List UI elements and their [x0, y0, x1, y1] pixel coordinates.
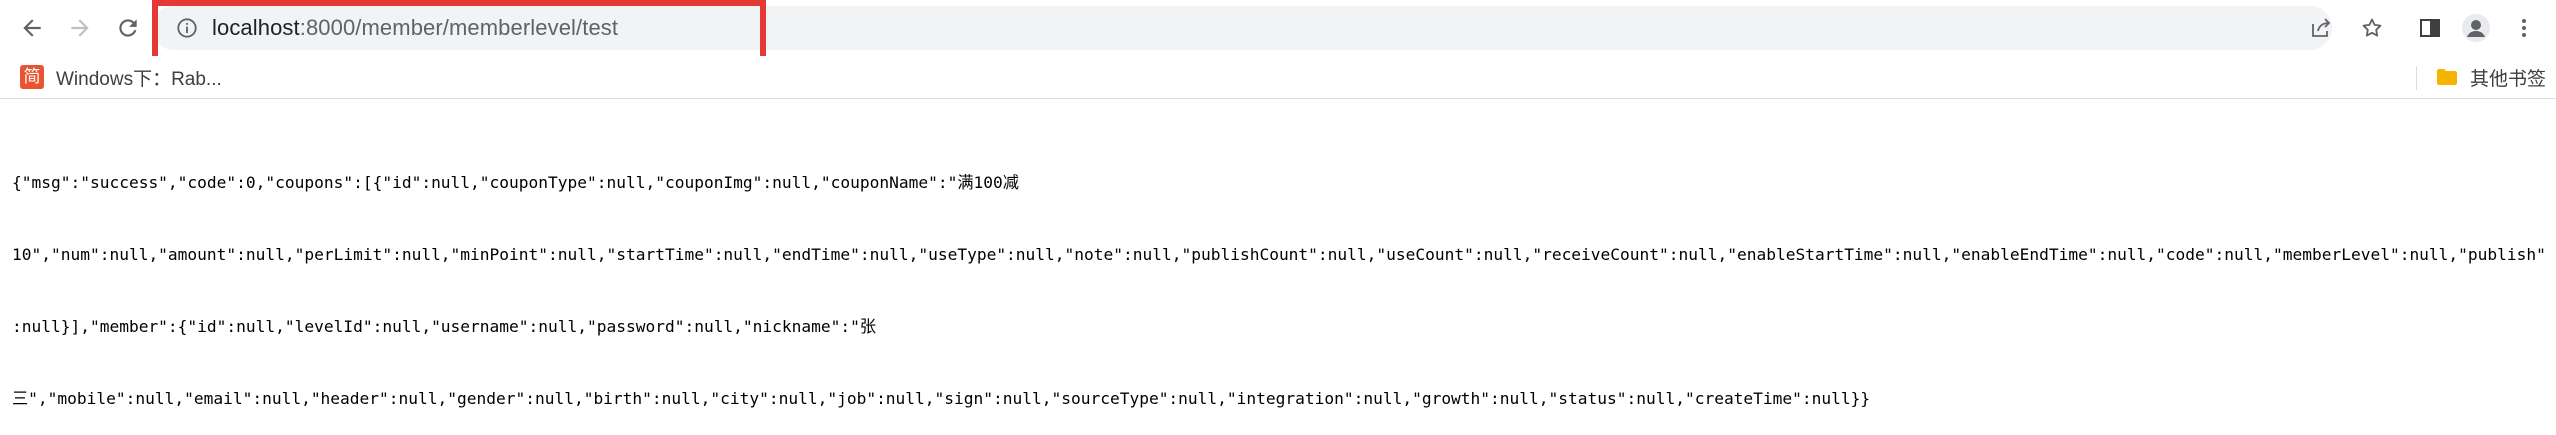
json-line: {"msg":"success","code":0,"coupons":[{"i…: [12, 173, 1019, 192]
share-button[interactable]: [2305, 12, 2337, 44]
reload-icon: [119, 19, 137, 37]
back-button[interactable]: [12, 8, 52, 48]
json-line: 10","num":null,"amount":null,"perLimit":…: [12, 245, 2546, 264]
bookmark-favicon: 简: [20, 65, 44, 89]
url-host: localhost: [212, 15, 300, 40]
bookmark-star-button[interactable]: [2356, 12, 2388, 44]
url-path: :8000/member/memberlevel/test: [299, 15, 619, 40]
profile-icon: [2462, 14, 2490, 42]
bookmarks-bar: 简 Windows下：Rab... 其他书签: [0, 56, 2556, 99]
bookmarks-separator: [2416, 66, 2417, 90]
json-response-body: {"msg":"success","code":0,"coupons":[{"i…: [12, 123, 2552, 435]
json-line: 三","mobile":null,"email":null,"header":n…: [12, 389, 1871, 408]
side-panel-icon: [2420, 19, 2440, 37]
other-bookmarks-folder[interactable]: 其他书签: [2436, 62, 2546, 92]
info-circle-icon[interactable]: [176, 17, 198, 39]
json-line: :null}],"member":{"id":null,"levelId":nu…: [12, 317, 877, 336]
browser-toolbar: localhost:8000/member/memberlevel/test: [0, 0, 2556, 62]
star-icon: [2362, 18, 2382, 37]
profile-button[interactable]: [2460, 12, 2492, 44]
arrow-left-icon: [23, 19, 41, 37]
share-icon: [2312, 18, 2331, 37]
bookmark-item[interactable]: 简 Windows下：Rab...: [20, 62, 222, 92]
other-bookmarks-label: 其他书签: [2470, 68, 2547, 90]
folder-icon: [2437, 69, 2457, 85]
forward-button[interactable]: [60, 8, 100, 48]
arrow-right-icon: [71, 19, 89, 37]
menu-button[interactable]: [2508, 12, 2540, 44]
side-panel-button[interactable]: [2414, 12, 2446, 44]
more-vertical-icon: [2522, 19, 2526, 37]
reload-button[interactable]: [108, 8, 148, 48]
url-text[interactable]: localhost:8000/member/memberlevel/test: [212, 13, 618, 43]
bookmark-label: Windows下：Rab...: [56, 68, 222, 90]
